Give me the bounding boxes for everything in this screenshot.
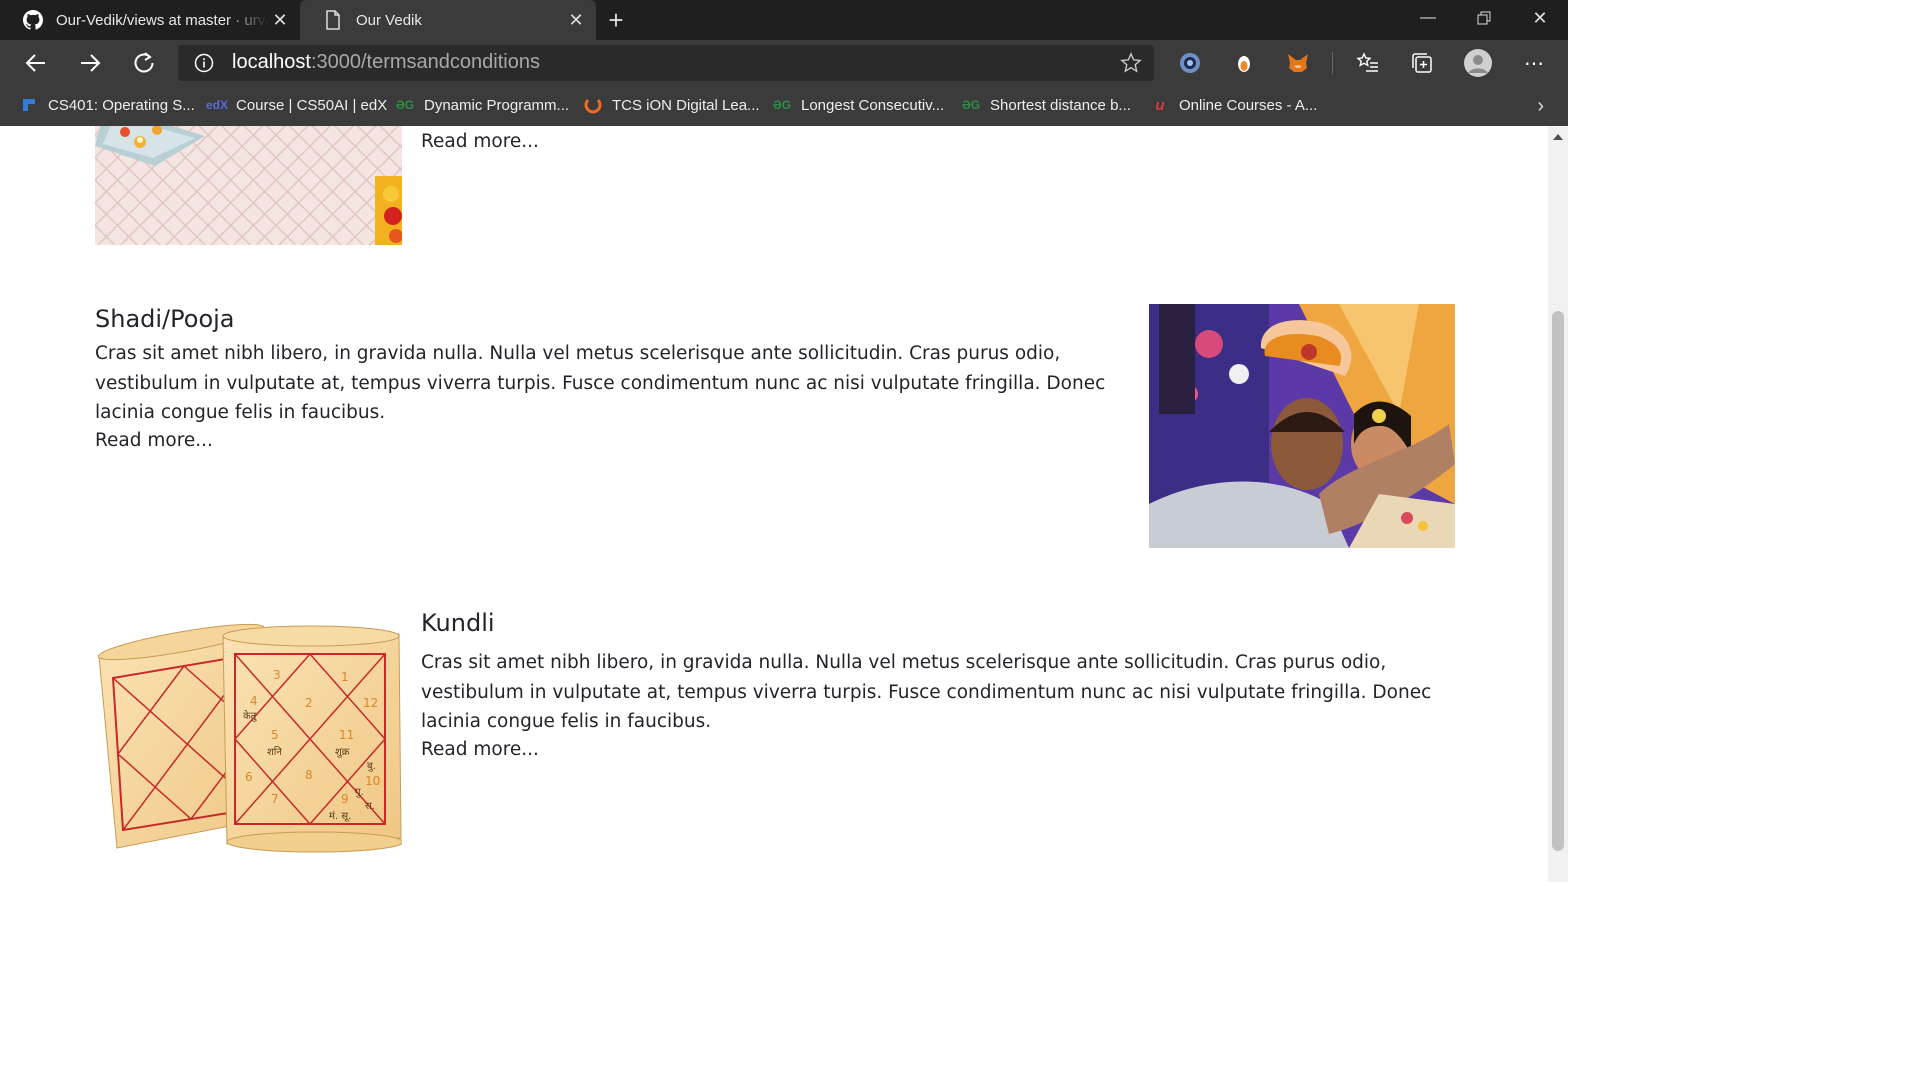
kundli-number: 12 (363, 696, 379, 710)
address-bar[interactable]: localhost:3000/termsandconditions (178, 45, 1154, 81)
kundli-number: 8 (305, 768, 313, 782)
kundli-glyph: शुक्र (335, 747, 350, 758)
tab-github[interactable]: Our-Vedik/views at master · urvashi ✕ (0, 0, 300, 40)
minimize-icon[interactable]: — (1400, 0, 1456, 36)
kundli-glyph: शनि (267, 747, 282, 758)
vertical-scrollbar[interactable] (1548, 126, 1568, 882)
bookmark-label: Shortest distance b... (990, 96, 1131, 114)
kundli-number: 4 (250, 694, 258, 708)
bookmark-gfg-icon: ƏG (961, 98, 981, 112)
kundli-number: 1 (341, 670, 349, 684)
tab-strip: Our-Vedik/views at master · urvashi ✕ Ou… (0, 0, 1568, 40)
read-more-link[interactable]: Read more... (95, 430, 213, 451)
bookmark-longest-consecutive[interactable]: ƏG Longest Consecutiv... (773, 94, 944, 116)
bookmark-dynamic-programming[interactable]: ƏG Dynamic Programm... (396, 94, 569, 116)
read-more-link[interactable]: Read more... (421, 131, 539, 152)
metamask-fox-icon[interactable] (1286, 51, 1310, 75)
url-host: localhost (232, 51, 311, 73)
page-content: Read more... Shadi/Pooja Cras sit amet n… (0, 126, 1548, 882)
page-icon (322, 9, 344, 31)
toolbar-divider (1332, 52, 1333, 74)
favorites-icon[interactable] (1356, 51, 1380, 75)
kundli-glyph: मं. सू. (329, 811, 352, 822)
tab-title: Our Vedik (356, 11, 422, 29)
kundli-number: 5 (271, 728, 279, 742)
bookmark-label: Course | CS50AI | edX (236, 96, 388, 114)
collections-icon[interactable] (1410, 51, 1434, 75)
bookmark-saylor-icon (20, 96, 38, 114)
kundli-glyph: बु. (367, 761, 376, 772)
section-title-shadi-pooja: Shadi/Pooja (95, 305, 235, 333)
close-tab-icon[interactable]: ✕ (564, 8, 588, 32)
url-path: :3000/termsandconditions (310, 51, 540, 73)
extension-orange-icon[interactable] (1232, 51, 1256, 75)
refresh-icon[interactable] (128, 47, 160, 79)
bookmark-gfg-icon: ƏG (772, 98, 792, 112)
kundli-number: 11 (339, 728, 355, 742)
kundli-glyph: केतु (243, 711, 257, 722)
kundli-number: 2 (305, 696, 313, 710)
bookmark-online-courses[interactable]: u Online Courses - A... (1151, 94, 1317, 116)
kundli-glyph: रा. (365, 801, 375, 812)
forward-icon[interactable] (74, 47, 106, 79)
restore-icon[interactable] (1456, 0, 1512, 36)
bookmarks-bar: CS401: Operating S... edX Course | CS50A… (0, 86, 1568, 126)
bookmark-edx[interactable]: edX Course | CS50AI | edX (206, 94, 388, 116)
favorite-star-icon[interactable] (1120, 52, 1142, 74)
bookmark-label: TCS iON Digital Lea... (612, 96, 760, 114)
kundli-number: 10 (365, 774, 381, 788)
section-body-kundli: Cras sit amet nibh libero, in gravida nu… (421, 652, 1432, 732)
top-section-image (95, 126, 402, 245)
bookmark-udemy-icon: u (1155, 96, 1165, 114)
kundli-number: 3 (273, 668, 281, 682)
scrollbar-thumb[interactable] (1552, 311, 1564, 851)
tab-title: Our-Vedik/views at master · urvashi (56, 11, 268, 29)
section-title-kundli: Kundli (421, 609, 495, 637)
bookmark-label: Online Courses - A... (1179, 96, 1318, 114)
bookmark-tcs-ion[interactable]: TCS iON Digital Lea... (584, 94, 760, 116)
bookmark-tcs-icon (584, 96, 602, 114)
navigation-bar: localhost:3000/termsandconditions ⋯ (0, 40, 1568, 86)
profile-avatar-icon[interactable] (1462, 47, 1494, 79)
url-text[interactable]: localhost:3000/termsandconditions (232, 51, 540, 74)
bookmark-label: CS401: Operating S... (48, 96, 195, 114)
kundli-number: 7 (271, 792, 279, 806)
tab-our-vedik[interactable]: Our Vedik ✕ (300, 0, 596, 40)
shadi-pooja-image (1149, 304, 1455, 548)
kundli-glyph: गु. (355, 787, 364, 798)
new-tab-icon[interactable]: + (602, 5, 630, 35)
bookmark-edx-icon: edX (206, 98, 229, 112)
extension-circle-icon[interactable] (1178, 51, 1202, 75)
chevron-right-icon[interactable]: › (1537, 95, 1544, 118)
info-icon[interactable] (194, 53, 214, 73)
close-window-icon[interactable]: ✕ (1512, 0, 1568, 36)
bookmark-label: Longest Consecutiv... (801, 96, 945, 114)
close-tab-icon[interactable]: ✕ (268, 8, 292, 32)
scroll-up-arrow-icon[interactable] (1553, 134, 1563, 140)
bookmark-label: Dynamic Programm... (424, 96, 570, 114)
more-options-icon[interactable]: ⋯ (1522, 51, 1546, 75)
github-icon (22, 9, 44, 31)
bookmark-cs401[interactable]: CS401: Operating S... (20, 94, 195, 116)
bookmark-shortest-distance[interactable]: ƏG Shortest distance b... (962, 94, 1131, 116)
section-body-shadi-pooja: Cras sit amet nibh libero, in gravida nu… (95, 343, 1106, 423)
bookmark-gfg-icon: ƏG (395, 98, 415, 112)
kundli-number: 6 (245, 770, 253, 784)
kundli-image: 3 2 1 4 12 5 11 6 8 7 9 10 केतु शनि शुक्… (95, 608, 404, 853)
read-more-link[interactable]: Read more... (421, 739, 539, 760)
back-icon[interactable] (20, 47, 52, 79)
kundli-number: 9 (341, 792, 349, 806)
